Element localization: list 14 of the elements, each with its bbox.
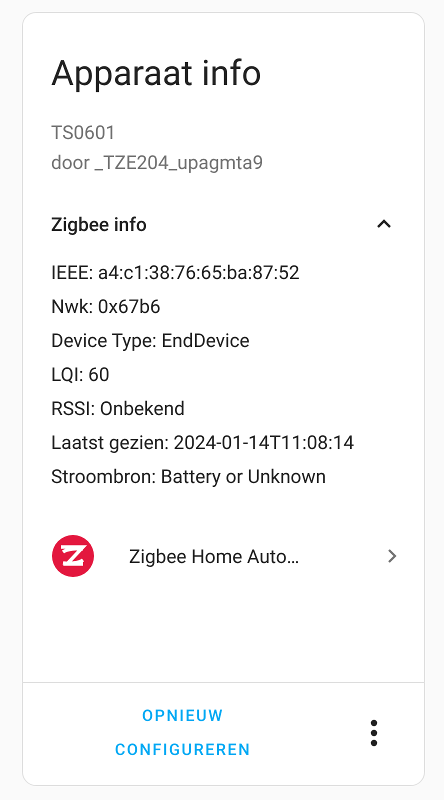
- info-line: IEEE: a4:c1:38:76:65:ba:87:52: [51, 260, 300, 286]
- info-line: Nwk: 0x67b6: [51, 294, 161, 320]
- section-title: Zigbee info: [51, 212, 147, 236]
- more-menu-icon[interactable]: [370, 719, 378, 747]
- zigbee-logo-icon: [51, 534, 95, 578]
- device-model: TS0601: [51, 120, 116, 146]
- card-title: Apparaat info: [51, 53, 262, 94]
- info-line: RSSI: Onbekend: [51, 396, 185, 422]
- info-line: Stroombron: Battery or Unknown: [51, 464, 326, 490]
- info-line: Device Type: EndDevice: [51, 328, 250, 354]
- info-line: LQI: 60: [51, 362, 110, 388]
- integration-name[interactable]: Zigbee Home Auto…: [129, 544, 380, 568]
- info-line: Laatst gezien: 2024-01-14T11:08:14: [51, 430, 354, 456]
- device-manufacturer: door _TZE204_upagmta9: [51, 150, 264, 176]
